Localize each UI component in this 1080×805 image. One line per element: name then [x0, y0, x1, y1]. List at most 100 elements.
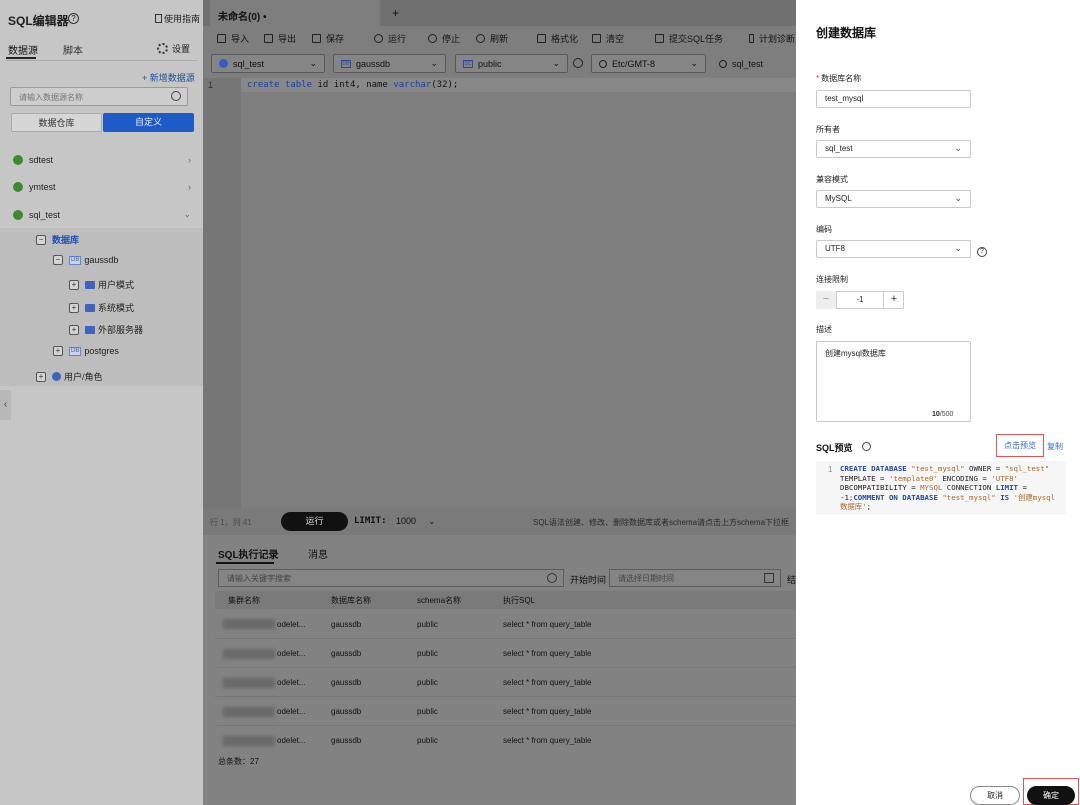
start-time-input[interactable]: 请选择日期时间: [609, 569, 781, 587]
redacted-text: [223, 649, 275, 659]
tree-node-gaussdb[interactable]: − DB gaussdb: [53, 255, 118, 265]
cursor-position: 行 1，列 41: [210, 518, 252, 527]
save-button[interactable]: 保存: [312, 32, 344, 45]
tree-node-postgres[interactable]: + DB postgres: [53, 346, 119, 356]
table-row[interactable]: odelet... gaussdb public select * from q…: [215, 639, 796, 668]
encoding-label: 编码: [816, 225, 832, 234]
expand-icon[interactable]: +: [36, 371, 46, 382]
chevron-down-icon: ⌄: [954, 193, 962, 203]
timezone-select[interactable]: Etc/GMT-8 ⌄: [591, 54, 706, 73]
preview-link[interactable]: 点击预览: [996, 434, 1044, 457]
clock-icon: [599, 59, 607, 68]
plan-diagnose-button[interactable]: 计划诊断: [749, 32, 795, 45]
column-header: 数据库名称: [331, 596, 371, 605]
sql-preview-code: CREATE DATABASE "test_mysql" OWNER = "sq…: [840, 464, 1056, 512]
settings-button[interactable]: 设置: [157, 42, 190, 55]
db-name-label: * 数据库名称: [816, 74, 862, 83]
run-button[interactable]: 运行: [281, 512, 348, 531]
line-number: 1: [208, 80, 214, 90]
cancel-button[interactable]: 取消: [970, 786, 1020, 805]
schema-hint: SQL语法创建、修改、删除数据库或者schema请点击上方schema下拉框: [533, 518, 790, 527]
folder-icon: [85, 303, 95, 312]
segment-warehouse[interactable]: 数据仓库: [11, 113, 102, 132]
tree-node-external-servers[interactable]: + 外部服务器: [69, 323, 143, 336]
redacted-text: [223, 707, 275, 717]
redacted-text: [223, 736, 275, 746]
encoding-select[interactable]: UTF8 ⌄: [816, 240, 971, 258]
database-select[interactable]: DB gaussdb ⌄: [333, 54, 446, 73]
tree-node-users-roles[interactable]: + 用户/角色: [36, 370, 103, 383]
guide-link[interactable]: 使用指南: [155, 12, 200, 25]
increment-button[interactable]: +: [883, 291, 904, 309]
sidebar-collapse-handle[interactable]: ‹: [0, 390, 11, 420]
description-textarea[interactable]: 创建mysql数据库: [816, 341, 971, 422]
new-tab-button[interactable]: +: [392, 6, 399, 20]
tree-node-user-mode[interactable]: + 用户模式: [69, 278, 134, 291]
table-row[interactable]: odelet... gaussdb public select * from q…: [215, 668, 796, 697]
schema-select[interactable]: SC public ⌄: [455, 54, 568, 73]
copy-link[interactable]: 复制: [1047, 441, 1063, 452]
search-icon: [171, 91, 181, 101]
refresh-icon[interactable]: [862, 442, 871, 451]
editor-tab[interactable]: 未命名(0) •: [210, 0, 380, 26]
stop-button[interactable]: 停止: [428, 32, 460, 45]
help-icon[interactable]: ?: [977, 247, 987, 257]
chevron-down-icon: ⌄: [183, 209, 191, 219]
expand-icon[interactable]: +: [69, 302, 79, 313]
tree-node-sql-test[interactable]: sql_test ⌄: [13, 209, 191, 220]
decrement-button[interactable]: −: [816, 291, 837, 309]
tree-node-system-mode[interactable]: + 系统模式: [69, 301, 134, 314]
compat-mode-select[interactable]: MySQL ⌄: [816, 190, 971, 208]
expand-icon[interactable]: +: [53, 346, 63, 356]
run-toolbar-button[interactable]: 运行: [374, 32, 406, 45]
add-datasource-link[interactable]: + 新增数据源: [142, 71, 195, 84]
collapse-icon[interactable]: −: [36, 234, 46, 245]
db-name-input[interactable]: test_mysql: [816, 90, 971, 108]
datasource-search-input[interactable]: 请输入数据源名称: [10, 87, 188, 106]
collapse-icon[interactable]: −: [53, 255, 63, 265]
chevron-right-icon: ›: [188, 155, 191, 165]
tree-node-sdtest[interactable]: sdtest ›: [13, 155, 191, 165]
segment-custom[interactable]: 自定义: [103, 113, 194, 132]
format-button[interactable]: 格式化: [537, 32, 578, 45]
tree-node-databases[interactable]: − 数据库: [36, 233, 79, 246]
line-gutter: [203, 78, 241, 508]
import-button[interactable]: 导入: [217, 32, 249, 45]
datasource-select[interactable]: sql_test ⌄: [211, 54, 325, 73]
tab-datasource[interactable]: 数据源: [8, 42, 38, 57]
confirm-button[interactable]: 确定: [1027, 786, 1075, 805]
expand-icon[interactable]: +: [69, 279, 79, 290]
connection-limit-value[interactable]: -1: [837, 295, 883, 304]
clear-button[interactable]: 清空: [592, 32, 624, 45]
calendar-icon: [764, 573, 774, 583]
export-button[interactable]: 导出: [264, 32, 296, 45]
refresh-button[interactable]: 刷新: [476, 32, 508, 45]
help-icon[interactable]: ?: [68, 13, 79, 24]
chevron-down-icon: ⌄: [954, 243, 962, 253]
database-globe-icon: [13, 182, 23, 192]
datasource-icon: [219, 59, 228, 68]
submit-sql-task-button[interactable]: 提交SQL任务: [655, 32, 723, 45]
table-row[interactable]: odelet... gaussdb public select * from q…: [215, 697, 796, 726]
description-label: 描述: [816, 325, 832, 334]
tab-messages[interactable]: 消息: [308, 546, 328, 561]
tab-script[interactable]: 脚本: [63, 42, 83, 57]
user-icon: [52, 372, 61, 381]
limit-select[interactable]: 1000: [396, 516, 416, 526]
column-header: schema名称: [417, 596, 462, 605]
tab-sql-history[interactable]: SQL执行记录: [218, 546, 279, 561]
connection-limit-label: 连接限制: [816, 275, 848, 284]
table-row[interactable]: odelet... gaussdb public select * from q…: [215, 609, 796, 638]
refresh-schema-icon[interactable]: [573, 58, 583, 68]
owner-select[interactable]: sql_test ⌄: [816, 140, 971, 158]
table-row[interactable]: odelet... gaussdb public select * from q…: [215, 726, 796, 755]
tree-node-ymtest[interactable]: ymtest ›: [13, 182, 191, 192]
chevron-down-icon[interactable]: ⌄: [428, 516, 436, 527]
db-badge-icon: DB: [69, 255, 82, 265]
drawer-title: 创建数据库: [816, 26, 877, 40]
history-search-input[interactable]: 请输入关键字搜索: [218, 569, 564, 587]
database-globe-icon: [13, 155, 23, 165]
code-editor[interactable]: create table id int4, name varchar(32);: [247, 80, 458, 90]
expand-icon[interactable]: +: [69, 324, 79, 335]
refresh-icon: [476, 34, 485, 43]
